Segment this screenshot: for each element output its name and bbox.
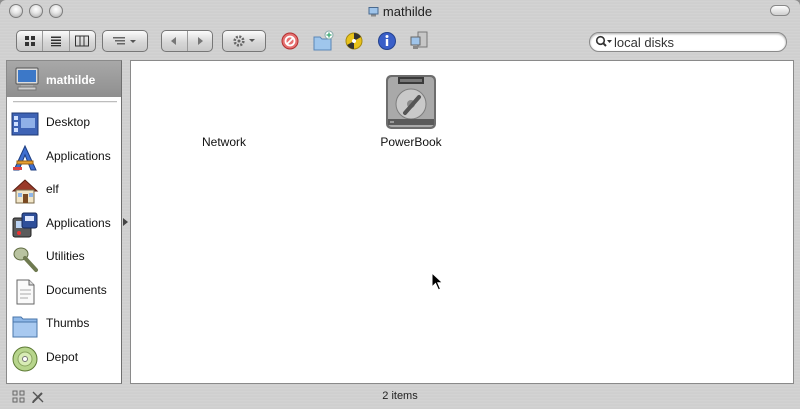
list-view-icon [50, 36, 61, 47]
sidebar-item-documents[interactable]: Documents [7, 275, 121, 307]
list-view-button[interactable] [43, 31, 70, 51]
view-mode-control [16, 30, 96, 52]
stop-button[interactable] [277, 28, 303, 54]
sidebar-item-applications[interactable]: Applications [7, 141, 121, 173]
info-icon [378, 32, 396, 50]
stop-icon [281, 32, 299, 50]
toolbar-toggle-button[interactable] [770, 5, 790, 16]
search-field[interactable] [589, 32, 787, 52]
server-icon [410, 31, 428, 49]
connect-server-button[interactable] [407, 28, 433, 54]
sidebar-item-label: Applications [46, 216, 111, 230]
network-icon [164, 71, 284, 135]
get-info-button[interactable] [374, 28, 400, 54]
file-item-label: Network [201, 135, 246, 149]
documents-icon [16, 279, 35, 305]
sidebar-item-label: Documents [46, 283, 107, 297]
sidebar-divider [13, 101, 117, 103]
file-item-label: PowerBook [380, 135, 442, 149]
home-icon [11, 179, 39, 204]
sidebar-item-desktop[interactable]: Desktop [7, 107, 121, 139]
action-icon-wrap [223, 31, 265, 51]
finder-window: mathilde local disks mathilde Desktop Ap… [0, 0, 800, 409]
computer-icon [15, 67, 39, 91]
mouse-cursor-icon [431, 272, 444, 291]
arrange-icon-wrap [103, 31, 147, 51]
new-folder-button[interactable] [310, 28, 336, 54]
forward-button[interactable] [188, 31, 213, 51]
sidebar-item-label: Thumbs [46, 316, 90, 330]
item-count: 2 items [382, 390, 418, 402]
sidebar-item-thumbs[interactable]: Thumbs [7, 308, 121, 340]
icon-view-icon [24, 36, 35, 46]
sidebar-resize-handle[interactable] [122, 60, 130, 384]
utilities-icon [13, 247, 38, 272]
sidebar-item-depot[interactable]: Depot [7, 342, 121, 374]
arrange-icon [113, 37, 136, 45]
sidebar-item-utilities[interactable]: Utilities [7, 241, 121, 273]
sidebar-item-applications-folder[interactable]: Applications [7, 208, 121, 240]
icon-view-button[interactable] [17, 31, 44, 51]
file-item-network[interactable]: Network [164, 71, 284, 149]
search-icon [595, 35, 612, 47]
applications-icon [13, 144, 37, 171]
burn-icon [345, 32, 363, 50]
status-bar: 2 items [0, 386, 800, 409]
file-browser-pane[interactable]: Network PowerBook [130, 60, 794, 384]
window-title: mathilde [382, 4, 433, 19]
sidebar-item-label: Applications [46, 149, 111, 163]
arrange-button[interactable] [102, 30, 148, 52]
sidebar-item-label: Utilities [46, 249, 85, 263]
cd-icon [12, 346, 38, 372]
sidebar: mathilde Desktop Applications elf Applic… [6, 60, 122, 384]
window-title-group: mathilde [0, 4, 800, 19]
file-item-powerbook[interactable]: PowerBook [351, 71, 471, 149]
sidebar-item-label: elf [46, 182, 59, 196]
folder-icon [12, 316, 38, 338]
sidebar-item-label: Depot [46, 350, 79, 364]
back-forward-control [161, 30, 213, 52]
sidebar-item-label: Desktop [46, 115, 91, 129]
back-arrow-icon [171, 37, 177, 45]
action-menu-button[interactable] [222, 30, 266, 52]
forward-arrow-icon [197, 37, 203, 45]
column-view-icon [75, 35, 90, 47]
sidebar-item-mathilde[interactable]: mathilde [7, 61, 121, 97]
applications-folder-icon [12, 212, 38, 238]
sidebar-item-label: mathilde [46, 73, 96, 87]
gear-icon [233, 35, 255, 47]
new-folder-icon [313, 30, 334, 51]
computer-proxy-icon[interactable] [368, 7, 379, 17]
hard-disk-icon [386, 75, 436, 129]
column-view-button[interactable] [70, 31, 95, 51]
toolbar [0, 24, 800, 60]
sidebar-item-elf[interactable]: elf [7, 174, 121, 206]
burn-button[interactable] [341, 28, 367, 54]
splitter-grip-icon [123, 218, 128, 226]
desktop-icon [11, 112, 39, 136]
search-input[interactable] [614, 34, 779, 50]
back-button[interactable] [162, 31, 188, 51]
title-bar[interactable]: mathilde [0, 0, 800, 24]
